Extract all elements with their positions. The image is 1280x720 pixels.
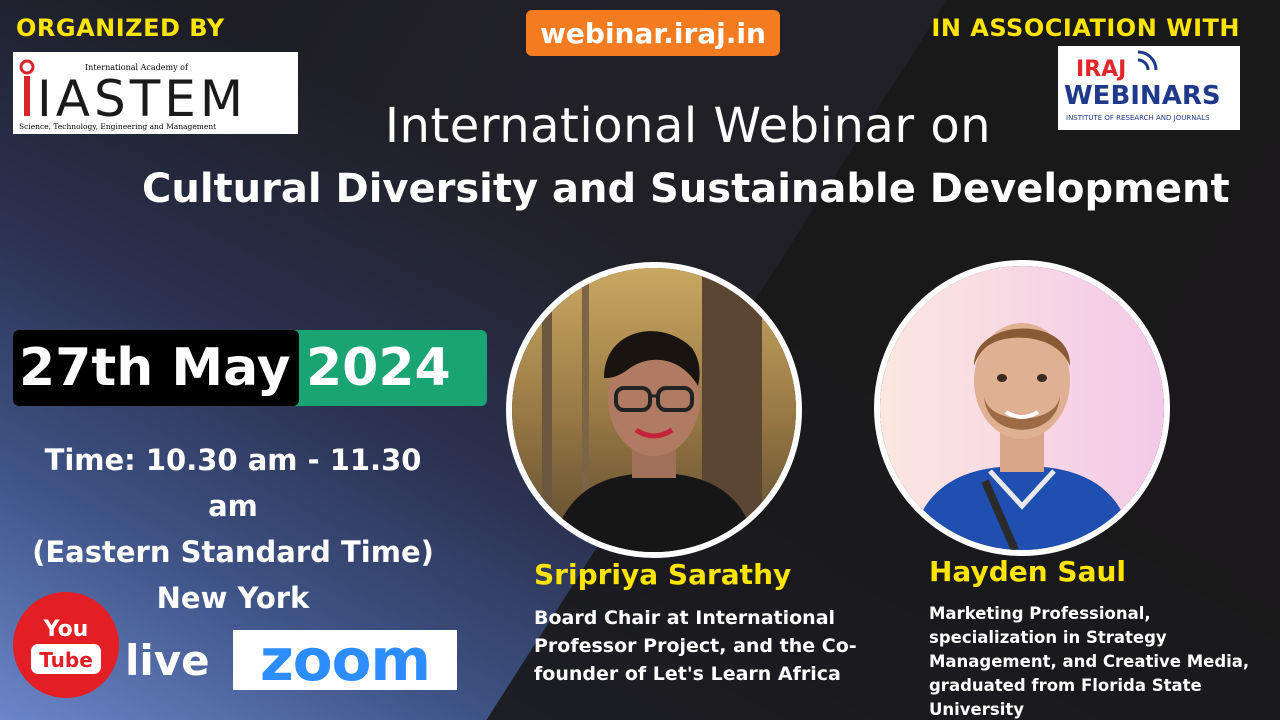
youtube-top-text: You — [43, 617, 89, 642]
date-day-month: 27th May — [13, 330, 299, 406]
time-zone: (Eastern Standard Time) — [32, 535, 434, 569]
iraj-line1: IRAJ — [1076, 57, 1126, 82]
youtube-bottom-text: Tube — [39, 648, 93, 672]
live-label: live — [125, 636, 210, 685]
speaker-name-1: Sripriya Sarathy — [534, 558, 792, 591]
zoom-text: zoom — [260, 630, 430, 690]
zoom-logo-graphic: zoom — [260, 626, 431, 694]
speaker-bio-1: Board Chair at International Professor P… — [534, 607, 857, 685]
speaker-portrait-1 — [512, 268, 796, 552]
youtube-icon-graphic: You Tube — [31, 617, 101, 674]
speaker-name-2: Hayden Saul — [929, 555, 1127, 588]
zoom-logo[interactable]: zoom — [233, 626, 457, 694]
speaker-bio-2: Marketing Professional, specialization i… — [929, 604, 1250, 719]
youtube-icon[interactable]: You Tube — [13, 592, 119, 698]
website-badge[interactable]: webinar.iraj.in — [526, 10, 780, 56]
event-title-line2: Cultural Diversity and Sustainable Devel… — [142, 166, 1230, 212]
speaker-photo-1 — [506, 262, 802, 558]
event-title-line1: International Webinar on — [384, 98, 992, 154]
speaker-portrait-2 — [880, 266, 1164, 550]
date-year: 2024 — [306, 338, 451, 398]
organized-by-label: ORGANIZED BY — [16, 14, 225, 42]
speaker-photo-2 — [874, 260, 1170, 556]
time-range: Time: 10.30 am - 11.30 am — [44, 443, 422, 523]
association-label: IN ASSOCIATION WITH — [931, 14, 1240, 42]
